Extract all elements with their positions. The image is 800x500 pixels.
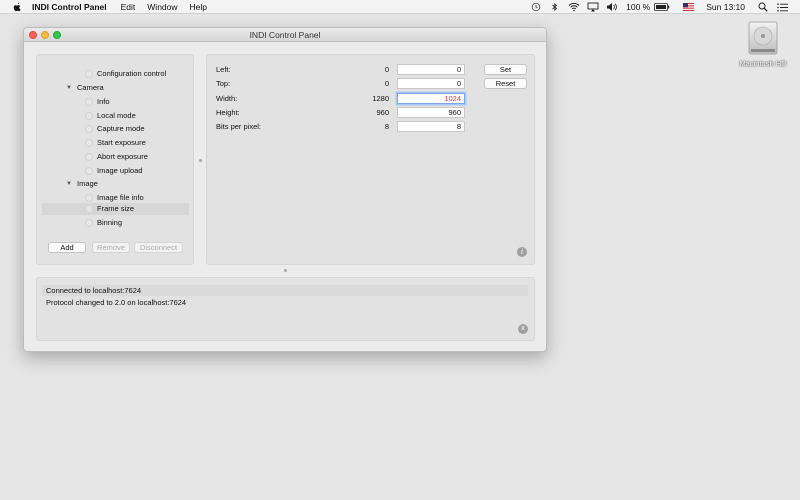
tree-radio-icon[interactable]	[85, 125, 93, 133]
airplay-icon[interactable]	[587, 2, 599, 12]
prop-current-width: 1280	[372, 94, 389, 103]
indi-control-panel-window: INDI Control Panel Configuration control…	[23, 27, 547, 352]
tree-item-local-mode[interactable]: Local mode	[97, 110, 136, 122]
device-tree-panel: Configuration control ▼ Camera Info Loca…	[36, 54, 194, 265]
tree-radio-icon[interactable]	[85, 167, 93, 175]
prop-input-bits-per-pixel[interactable]: 8	[397, 121, 465, 132]
log-line: Connected to localhost:7624	[42, 285, 528, 296]
tree-item-configuration-control[interactable]: Configuration control	[97, 68, 166, 80]
disk-label: Macintosh HD	[739, 59, 787, 68]
prop-label-bits-per-pixel: Bits per pixel:	[216, 122, 262, 131]
tree-radio-icon[interactable]	[85, 139, 93, 147]
tree-group-camera[interactable]: Camera	[77, 82, 104, 94]
menu-app-name[interactable]: INDI Control Panel	[32, 2, 107, 12]
tree-group-image[interactable]: Image	[77, 178, 98, 190]
disclosure-triangle-icon[interactable]: ▼	[66, 82, 72, 94]
menu-edit[interactable]: Edit	[121, 2, 136, 12]
tree-radio-icon[interactable]	[85, 153, 93, 161]
spotlight-search-icon[interactable]	[757, 2, 769, 12]
menu-help[interactable]: Help	[190, 2, 207, 12]
info-icon[interactable]: i	[517, 247, 527, 257]
prop-input-top[interactable]: 0	[397, 78, 465, 89]
window-titlebar[interactable]: INDI Control Panel	[24, 28, 546, 42]
us-flag-icon[interactable]	[682, 2, 694, 12]
tree-radio-icon[interactable]	[85, 219, 93, 227]
disconnect-button[interactable]: Disconnect	[134, 242, 183, 253]
prop-label-width: Width:	[216, 94, 238, 103]
tree-item-binning[interactable]: Binning	[97, 217, 122, 229]
tree-radio-icon[interactable]	[85, 194, 93, 202]
prop-current-left: 0	[384, 65, 389, 74]
tree-item-capture-mode[interactable]: Capture mode	[97, 123, 145, 135]
set-button[interactable]: Set	[484, 64, 527, 75]
prop-input-width[interactable]: 1024	[397, 93, 465, 104]
battery-percent: 100 %	[626, 2, 651, 12]
wifi-icon[interactable]	[568, 2, 580, 12]
time-machine-icon[interactable]	[530, 2, 542, 12]
menu-window[interactable]: Window	[147, 2, 177, 12]
battery-icon[interactable]	[654, 2, 670, 12]
prop-current-height: 960	[376, 108, 389, 117]
prop-label-left: Left:	[216, 65, 231, 74]
tree-radio-icon[interactable]	[85, 98, 93, 106]
tree-item-frame-size[interactable]: Frame size	[97, 203, 134, 215]
tree-item-info[interactable]: Info	[97, 96, 110, 108]
prop-input-left[interactable]: 0	[397, 64, 465, 75]
tree-radio-icon[interactable]	[85, 70, 93, 78]
prop-label-top: Top:	[216, 79, 231, 88]
tree-radio-icon[interactable]	[85, 112, 93, 120]
volume-icon[interactable]	[606, 2, 618, 12]
prop-current-bits-per-pixel: 8	[384, 122, 389, 131]
tree-item-abort-exposure[interactable]: Abort exposure	[97, 151, 148, 163]
notification-center-icon[interactable]	[776, 2, 788, 12]
prop-input-height[interactable]: 960	[397, 107, 465, 118]
property-panel: Left: 0 0 Top: 0 0 Width: 1280 1024 Heig…	[206, 54, 535, 265]
tree-item-start-exposure[interactable]: Start exposure	[97, 137, 146, 149]
clear-log-icon[interactable]: x	[518, 324, 528, 334]
message-log-panel: Connected to localhost:7624 Protocol cha…	[36, 277, 535, 341]
prop-label-height: Height:	[216, 108, 240, 117]
tree-item-image-upload[interactable]: Image upload	[97, 165, 142, 177]
hard-drive-icon	[747, 20, 779, 56]
disclosure-triangle-icon[interactable]: ▼	[66, 178, 72, 190]
status-area: 100 % Sun 13:10	[523, 0, 788, 14]
tree-radio-icon[interactable]	[85, 205, 93, 213]
vertical-splitter-handle[interactable]	[199, 159, 202, 162]
reset-button[interactable]: Reset	[484, 78, 527, 89]
prop-current-top: 0	[384, 79, 389, 88]
menubar-clock[interactable]: Sun 13:10	[706, 2, 745, 12]
add-button[interactable]: Add	[48, 242, 86, 253]
remove-button[interactable]: Remove	[92, 242, 130, 253]
desktop-disk[interactable]: Macintosh HD	[733, 20, 793, 68]
window-title: INDI Control Panel	[249, 30, 321, 40]
menubar: INDI Control Panel Edit Window Help 100 …	[0, 0, 800, 14]
bluetooth-icon[interactable]	[549, 2, 561, 12]
log-line: Protocol changed to 2.0 on localhost:762…	[46, 298, 187, 307]
apple-icon[interactable]	[13, 2, 23, 12]
horizontal-splitter-handle[interactable]	[284, 269, 287, 272]
